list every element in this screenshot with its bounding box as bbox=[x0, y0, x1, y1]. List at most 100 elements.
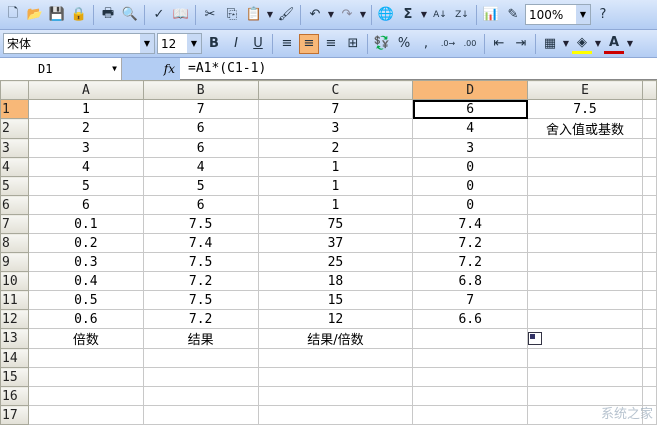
cell-B8[interactable]: 7.4 bbox=[142, 233, 259, 253]
insert-function-button[interactable]: fx bbox=[122, 57, 180, 80]
cell-A3[interactable]: 3 bbox=[27, 138, 144, 158]
fill-color-dropdown[interactable]: ▼ bbox=[594, 39, 602, 48]
row-header[interactable]: 1 bbox=[0, 99, 29, 119]
column-header-B[interactable]: B bbox=[142, 80, 259, 100]
font-color-dropdown[interactable]: ▼ bbox=[626, 39, 634, 48]
cell-B11[interactable]: 7.5 bbox=[142, 290, 259, 310]
cell[interactable] bbox=[641, 99, 657, 119]
increase-indent-icon[interactable]: ⇥ bbox=[511, 34, 531, 54]
cell-D5[interactable]: 0 bbox=[412, 176, 529, 196]
cell-D10[interactable]: 6.8 bbox=[412, 271, 529, 291]
cut-icon[interactable]: ✂ bbox=[200, 5, 220, 25]
cell-B7[interactable]: 7.5 bbox=[142, 214, 259, 234]
cell-B12[interactable]: 7.2 bbox=[142, 309, 259, 329]
cell[interactable] bbox=[641, 138, 657, 158]
cell-D7[interactable]: 7.4 bbox=[412, 214, 529, 234]
cell-C2[interactable]: 3 bbox=[257, 118, 414, 139]
cell[interactable] bbox=[641, 271, 657, 291]
cell[interactable] bbox=[641, 252, 657, 272]
column-header[interactable] bbox=[641, 80, 657, 100]
print-icon[interactable]: 🖶 bbox=[98, 5, 118, 25]
cell-B15[interactable] bbox=[142, 367, 259, 387]
percent-icon[interactable]: % bbox=[394, 34, 414, 54]
formula-input[interactable]: =A1*(C1-1) bbox=[180, 61, 266, 76]
cell-D12[interactable]: 6.6 bbox=[412, 309, 529, 329]
select-all-corner[interactable] bbox=[0, 80, 29, 100]
cell-E10[interactable] bbox=[527, 271, 643, 291]
cell-E5[interactable] bbox=[527, 176, 643, 196]
cell-E2[interactable]: 舍入值或基数 bbox=[527, 118, 643, 139]
hyperlink-icon[interactable]: 🌐 bbox=[376, 5, 396, 25]
italic-icon[interactable]: I bbox=[226, 34, 246, 54]
cell-E9[interactable] bbox=[527, 252, 643, 272]
cell-E8[interactable] bbox=[527, 233, 643, 253]
merge-center-icon[interactable]: ⊞ bbox=[343, 34, 363, 54]
underline-icon[interactable]: U bbox=[248, 34, 268, 54]
cell-B16[interactable] bbox=[142, 386, 259, 406]
cell-B2[interactable]: 6 bbox=[142, 118, 259, 139]
cell-C4[interactable]: 1 bbox=[257, 157, 414, 177]
research-icon[interactable]: 📖 bbox=[171, 5, 191, 25]
row-header[interactable]: 11 bbox=[0, 290, 29, 310]
row-header[interactable]: 7 bbox=[0, 214, 29, 234]
increase-decimal-icon[interactable]: .0→ bbox=[438, 34, 458, 54]
cell-E7[interactable] bbox=[527, 214, 643, 234]
redo-dropdown[interactable]: ▼ bbox=[359, 10, 367, 19]
cell-E13[interactable] bbox=[527, 328, 643, 349]
print-preview-icon[interactable]: 🔍 bbox=[120, 5, 140, 25]
cell-C8[interactable]: 37 bbox=[257, 233, 414, 253]
cell-E11[interactable] bbox=[527, 290, 643, 310]
open-icon[interactable]: 📂 bbox=[25, 5, 45, 25]
paste-options-icon[interactable] bbox=[528, 332, 543, 345]
copy-icon[interactable]: ⎘ bbox=[222, 5, 242, 25]
cell[interactable] bbox=[641, 233, 657, 253]
cell-B5[interactable]: 5 bbox=[142, 176, 259, 196]
cell-E12[interactable] bbox=[527, 309, 643, 329]
cell-C9[interactable]: 25 bbox=[257, 252, 414, 272]
cell[interactable] bbox=[641, 309, 657, 329]
row-header[interactable]: 10 bbox=[0, 271, 29, 291]
cell-B9[interactable]: 7.5 bbox=[142, 252, 259, 272]
cell-A11[interactable]: 0.5 bbox=[27, 290, 144, 310]
row-header[interactable]: 15 bbox=[0, 367, 29, 387]
row-header[interactable]: 6 bbox=[0, 195, 29, 215]
cell-B4[interactable]: 4 bbox=[142, 157, 259, 177]
borders-icon[interactable]: ▦ bbox=[540, 34, 560, 54]
cell-E6[interactable] bbox=[527, 195, 643, 215]
drawing-icon[interactable]: ✎ bbox=[503, 5, 523, 25]
paste-dropdown[interactable]: ▼ bbox=[266, 10, 274, 19]
cell-B1[interactable]: 7 bbox=[142, 99, 259, 119]
decrease-decimal-icon[interactable]: .00 bbox=[460, 34, 480, 54]
new-icon[interactable]: 🗋 bbox=[3, 5, 23, 25]
fill-color-icon[interactable]: ◈ bbox=[572, 34, 592, 54]
cell-B3[interactable]: 6 bbox=[142, 138, 259, 158]
cell-A17[interactable] bbox=[27, 405, 144, 425]
sort-descending-icon[interactable]: Z↓ bbox=[452, 5, 472, 25]
cell-A2[interactable]: 2 bbox=[27, 118, 144, 139]
permission-icon[interactable]: 🔒 bbox=[69, 5, 89, 25]
cell-E4[interactable] bbox=[527, 157, 643, 177]
comma-icon[interactable]: , bbox=[416, 34, 436, 54]
cell-C5[interactable]: 1 bbox=[257, 176, 414, 196]
chart-wizard-icon[interactable]: 📊 bbox=[481, 5, 501, 25]
row-header[interactable]: 5 bbox=[0, 176, 29, 196]
cell[interactable] bbox=[641, 290, 657, 310]
cell[interactable] bbox=[641, 328, 657, 349]
cell-C10[interactable]: 18 bbox=[257, 271, 414, 291]
cell-A10[interactable]: 0.4 bbox=[27, 271, 144, 291]
paste-icon[interactable]: 📋 bbox=[244, 5, 264, 25]
row-header[interactable]: 16 bbox=[0, 386, 29, 406]
cell-D15[interactable] bbox=[412, 367, 529, 387]
cell[interactable] bbox=[641, 214, 657, 234]
cell-B13[interactable]: 结果 bbox=[142, 328, 259, 349]
cell-A7[interactable]: 0.1 bbox=[27, 214, 144, 234]
autosum-icon[interactable]: Σ bbox=[398, 5, 418, 25]
cell-E15[interactable] bbox=[527, 367, 643, 387]
cell-D1[interactable]: 6 bbox=[412, 99, 529, 119]
name-box[interactable]: D1 ▼ bbox=[0, 57, 122, 80]
cell-C1[interactable]: 7 bbox=[257, 99, 414, 119]
decrease-indent-icon[interactable]: ⇤ bbox=[489, 34, 509, 54]
cell[interactable] bbox=[641, 195, 657, 215]
cell-A8[interactable]: 0.2 bbox=[27, 233, 144, 253]
cell[interactable] bbox=[641, 348, 657, 368]
